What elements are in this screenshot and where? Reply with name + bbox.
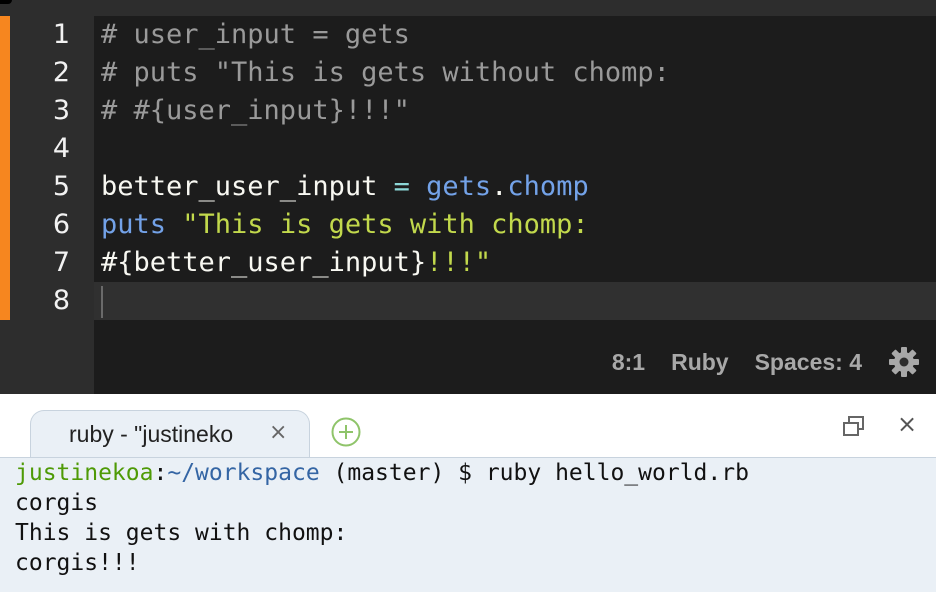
line-numbers: 1 2 3 4 5 6 7 8 [10,16,94,320]
code-token: #{better_user_input} [101,247,427,278]
code-line[interactable] [94,130,936,168]
code-token: . [491,171,508,202]
terminal-tab-label[interactable]: ruby - "justineko [69,421,233,448]
prompt-separator: : [153,460,168,486]
line-number: 5 [52,171,70,202]
terminal-command-line: justinekoa:~/workspace (master) $ ruby h… [15,458,936,488]
cursor-position[interactable]: 8:1 [612,349,645,376]
line-number: 8 [10,282,94,320]
code-token: chomp [507,171,589,202]
code-token: puts [101,209,167,240]
terminal-tab-bar: ruby - "justineko × × [0,394,936,458]
code-editor[interactable]: 1 2 3 4 5 6 7 8 # user_input = gets # puts "This… [0,0,936,394]
line-number: 1 [52,19,70,50]
window-corner [0,0,12,4]
prompt-path: ~/workspace [167,460,320,486]
code-line[interactable]: # puts "This is gets without chomp: [94,54,936,92]
code-token: = [377,171,427,202]
terminal-output[interactable]: justinekoa:~/workspace (master) $ ruby h… [0,458,936,592]
prompt-user: justinekoa [15,460,154,486]
editor-bottom: 8:1 Ruby Spaces: 4 [0,320,936,394]
terminal-output-line: This is gets with chomp: [15,520,348,546]
editor-top-band [0,0,936,16]
restore-window-icon[interactable] [841,414,867,440]
close-tab-icon[interactable]: × [269,420,287,445]
code-token: # #{user_input}!!!" [101,95,410,126]
modified-lines-marker [0,16,10,320]
code-line[interactable]: #{better_user_input}!!!" [94,244,936,282]
line-number: 2 [52,57,70,88]
code-token: better_user_input [101,171,378,202]
code-token: "This is gets with chomp: [166,209,589,240]
code-token: gets [426,171,492,202]
code-line[interactable] [94,282,936,320]
indentation-setting[interactable]: Spaces: 4 [755,349,862,376]
terminal-command: (master) $ ruby hello_world.rb [319,460,749,486]
code-token: # puts "This is gets without chomp: [101,57,670,88]
code-line[interactable]: puts "This is gets with chomp: [94,206,936,244]
line-number: 6 [52,209,70,240]
terminal-output-line: corgis [15,490,99,516]
code-line[interactable]: # user_input = gets [94,16,936,54]
line-number: 7 [52,247,70,278]
gear-icon[interactable] [888,346,920,378]
terminal-panel: ruby - "justineko × × justinekoa:~/works… [0,394,936,592]
code-line[interactable]: # #{user_input}!!!" [94,92,936,130]
close-panel-icon[interactable]: × [897,410,917,438]
code-token: !!!" [426,247,492,278]
status-bar: 8:1 Ruby Spaces: 4 [612,346,920,378]
terminal-output-line: corgis!!! [15,550,140,576]
line-number: 3 [52,95,70,126]
code-line[interactable]: better_user_input = gets.chomp [94,168,936,206]
language-mode[interactable]: Ruby [671,349,729,376]
text-cursor [101,285,103,318]
line-number: 4 [52,133,70,164]
terminal-tab[interactable]: ruby - "justineko × [30,410,310,458]
code-token: # user_input = gets [101,19,410,50]
plus-circle-icon[interactable] [330,416,362,448]
code-area[interactable]: # user_input = gets # puts "This is gets … [94,16,936,320]
